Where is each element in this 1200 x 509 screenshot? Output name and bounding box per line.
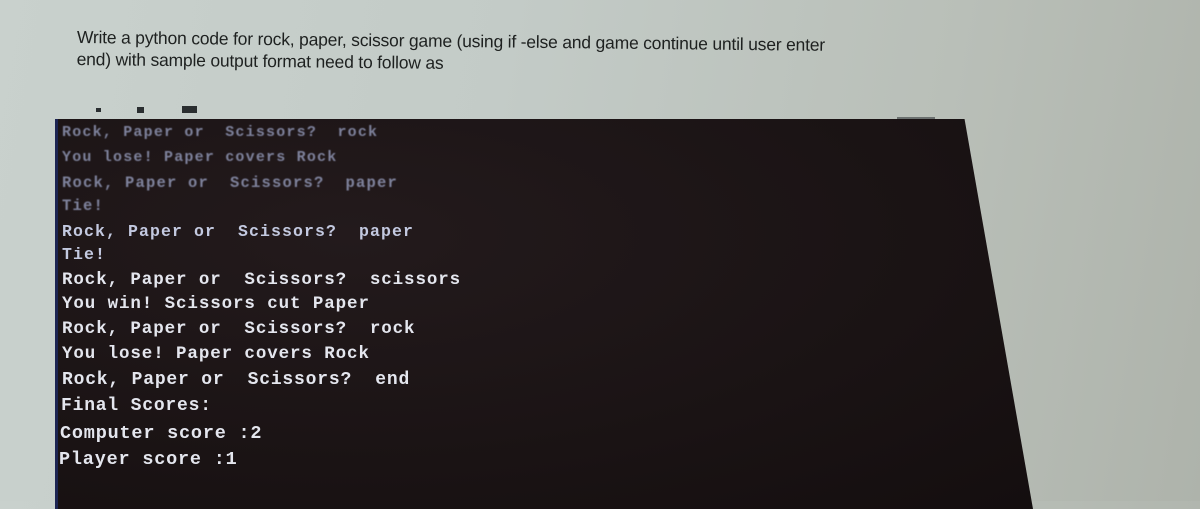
- toolbar-marks: [90, 104, 230, 118]
- terminal-line: You lose! Paper covers Rock: [62, 344, 370, 364]
- terminal-line: Computer score :2: [60, 423, 263, 444]
- question-text: Write a python code for rock, paper, sci…: [77, 26, 1057, 80]
- terminal-line: You win! Scissors cut Paper: [62, 294, 370, 314]
- terminal-line: Tie!: [62, 245, 107, 264]
- terminal-line: Rock, Paper or Scissors? paper: [62, 222, 415, 241]
- terminal-line: Player score :1: [59, 449, 238, 470]
- toolbar-square-icon: [137, 107, 144, 113]
- terminal-line: Rock, Paper or Scissors? paper: [62, 174, 399, 192]
- toolbar-dot-icon: [96, 108, 101, 112]
- terminal-line: Rock, Paper or Scissors? rock: [62, 319, 416, 339]
- terminal-line: Rock, Paper or Scissors? scissors: [62, 270, 462, 290]
- toolbar-arrow-icon: [182, 106, 197, 113]
- terminal-line: Rock, Paper or Scissors? rock: [62, 124, 379, 141]
- terminal-line: Final Scores:: [61, 396, 212, 416]
- terminal-line: You lose! Paper covers Rock: [62, 149, 338, 166]
- terminal-line: Tie!: [62, 197, 105, 215]
- terminal-line: Rock, Paper or Scissors? end: [62, 370, 411, 390]
